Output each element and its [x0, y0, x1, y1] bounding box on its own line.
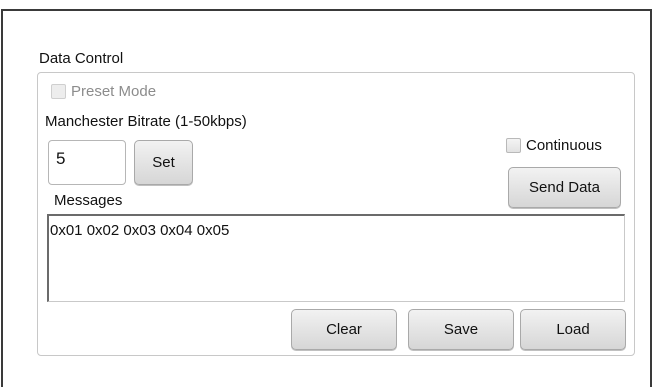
checkbox-icon — [506, 138, 521, 153]
continuous-label: Continuous — [526, 137, 602, 154]
continuous-checkbox[interactable]: Continuous — [506, 137, 602, 154]
bitrate-label: Manchester Bitrate (1-50kbps) — [45, 113, 247, 130]
load-button[interactable]: Load — [520, 309, 626, 350]
checkbox-icon — [51, 84, 66, 99]
save-button[interactable]: Save — [408, 309, 514, 350]
bitrate-input[interactable]: 5 — [48, 140, 126, 185]
set-button[interactable]: Set — [134, 140, 193, 185]
preset-mode-checkbox[interactable]: Preset Mode — [51, 83, 156, 100]
preset-mode-label: Preset Mode — [71, 83, 157, 100]
clear-button[interactable]: Clear — [291, 309, 397, 350]
messages-label: Messages — [54, 192, 123, 209]
send-data-button[interactable]: Send Data — [508, 167, 621, 208]
messages-textarea[interactable]: 0x01 0x02 0x03 0x04 0x05 — [47, 214, 625, 302]
group-title: Data Control — [39, 50, 124, 67]
